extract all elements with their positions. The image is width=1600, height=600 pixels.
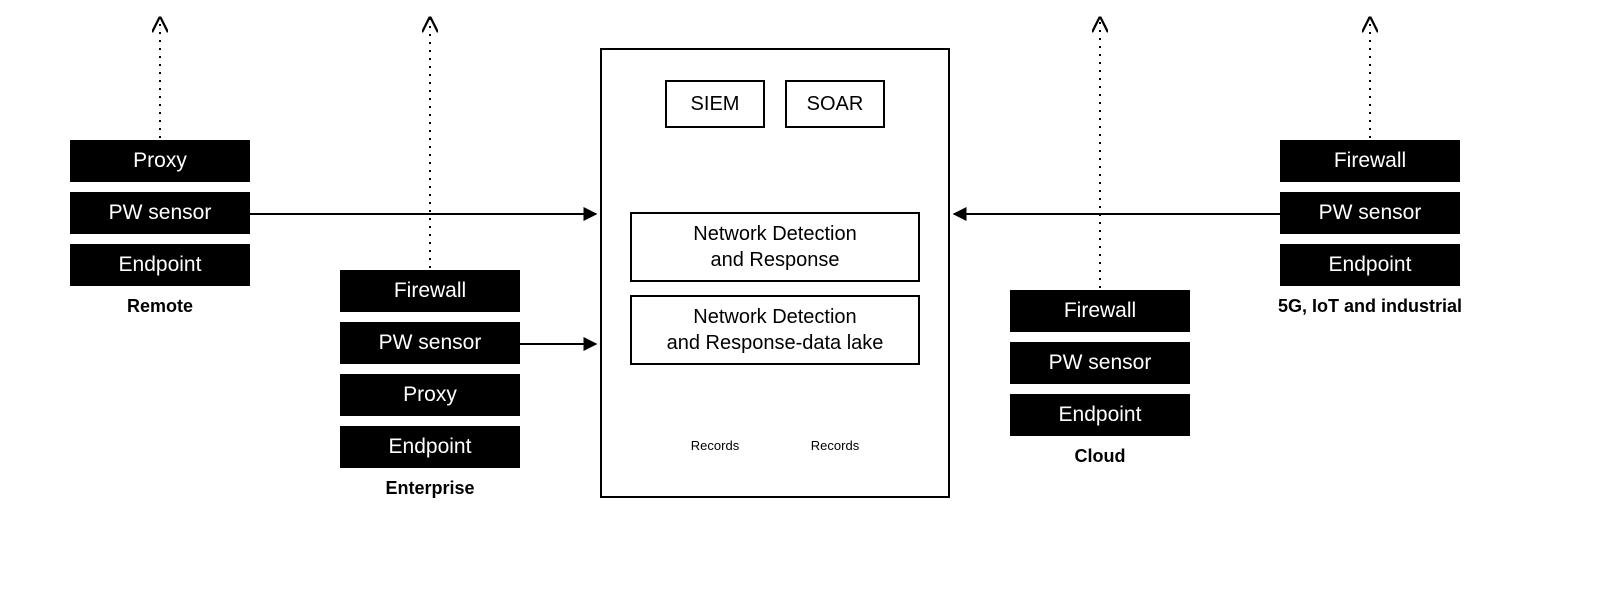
ndr-box-2: Network Detection and Response-data lake (630, 295, 920, 365)
iot-firewall-pill: Firewall (1280, 140, 1460, 182)
remote-item-0: Proxy (133, 149, 187, 173)
remote-label: Remote (70, 296, 250, 317)
enterprise-endpoint-pill: Endpoint (340, 426, 520, 468)
records-label-1: Records (685, 438, 745, 453)
cloud-endpoint-pill: Endpoint (1010, 394, 1190, 436)
cloud-pwsensor-pill: PW sensor (1010, 342, 1190, 384)
records-label-2: Records (805, 438, 865, 453)
cloud-item-2: Endpoint (1059, 403, 1142, 427)
soar-label: SOAR (807, 91, 864, 117)
iot-pwsensor-pill: PW sensor (1280, 192, 1460, 234)
enterprise-proxy-pill: Proxy (340, 374, 520, 416)
remote-item-1: PW sensor (109, 201, 212, 225)
remote-pwsensor-pill: PW sensor (70, 192, 250, 234)
remote-endpoint-pill: Endpoint (70, 244, 250, 286)
cloud-item-1: PW sensor (1049, 351, 1152, 375)
cloud-item-0: Firewall (1064, 299, 1136, 323)
cloud-label: Cloud (1010, 446, 1190, 467)
ndr1-label: Network Detection and Response (693, 221, 856, 273)
enterprise-item-3: Endpoint (389, 435, 472, 459)
ndr-box-1: Network Detection and Response (630, 212, 920, 282)
iot-item-2: Endpoint (1329, 253, 1412, 277)
soar-box: SOAR (785, 80, 885, 128)
iot-item-0: Firewall (1334, 149, 1406, 173)
enterprise-item-1: PW sensor (379, 331, 482, 355)
enterprise-label: Enterprise (340, 478, 520, 499)
iot-label: 5G, IoT and industrial (1250, 296, 1490, 317)
enterprise-item-2: Proxy (403, 383, 457, 407)
siem-label: SIEM (691, 91, 740, 117)
enterprise-item-0: Firewall (394, 279, 466, 303)
iot-endpoint-pill: Endpoint (1280, 244, 1460, 286)
remote-proxy-pill: Proxy (70, 140, 250, 182)
ndr2-label: Network Detection and Response-data lake (667, 304, 884, 356)
enterprise-firewall-pill: Firewall (340, 270, 520, 312)
enterprise-pwsensor-pill: PW sensor (340, 322, 520, 364)
siem-box: SIEM (665, 80, 765, 128)
diagram-canvas: Proxy PW sensor Endpoint Remote Firewall… (0, 0, 1600, 600)
cloud-firewall-pill: Firewall (1010, 290, 1190, 332)
remote-item-2: Endpoint (119, 253, 202, 277)
iot-item-1: PW sensor (1319, 201, 1422, 225)
